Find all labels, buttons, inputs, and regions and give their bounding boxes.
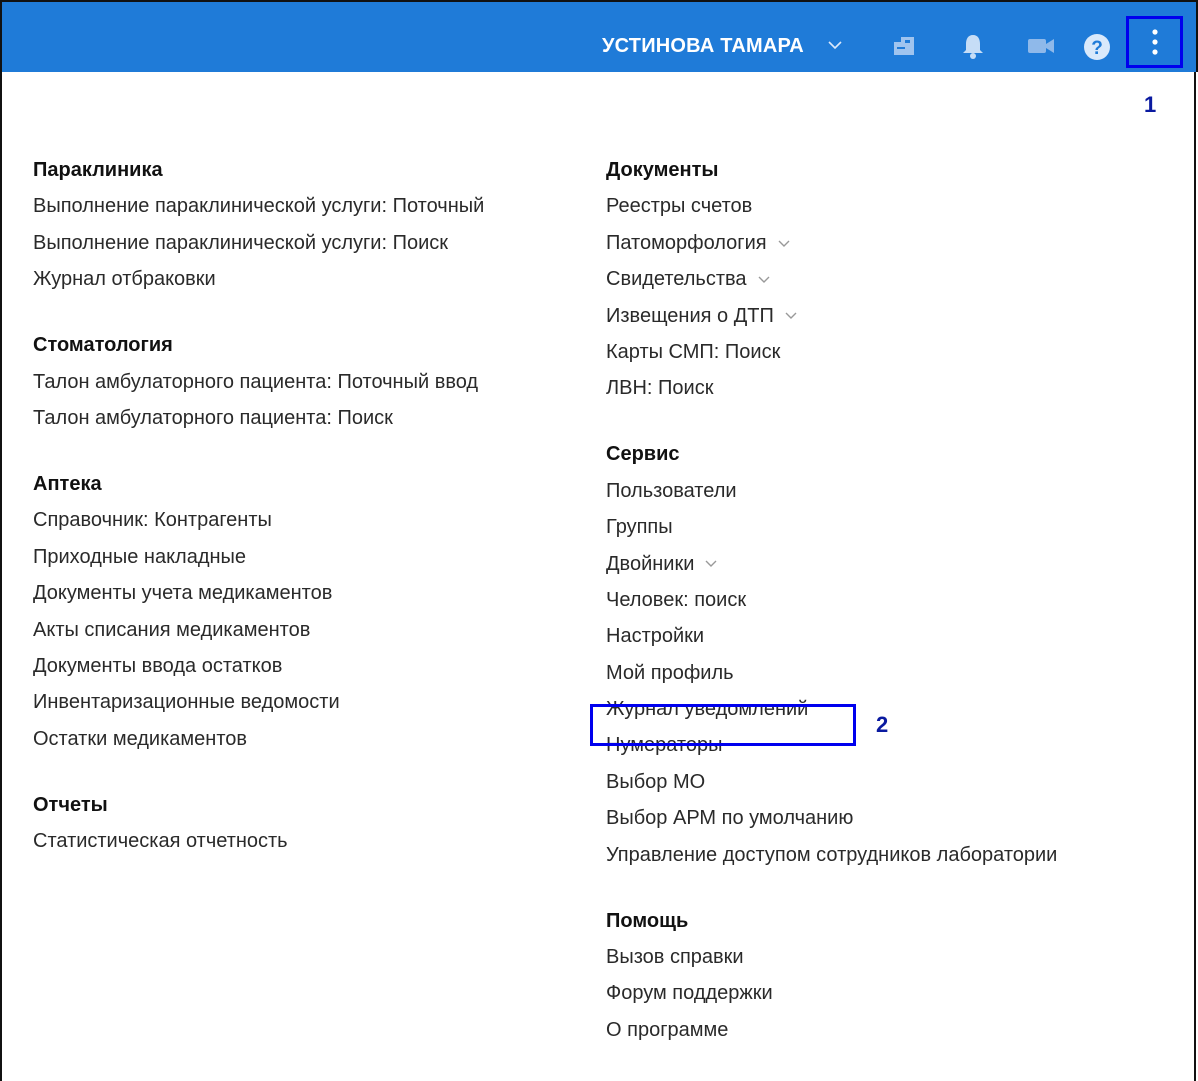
section-dentistry: Стоматология Талон амбулаторного пациент… (33, 333, 484, 430)
section-help: Помощь Вызов справки Форум поддержки О п… (606, 909, 1057, 1042)
menu-item[interactable]: Выбор МО (606, 770, 1057, 794)
chevron-down-icon[interactable] (828, 38, 842, 52)
menu-item[interactable]: Приходные накладные (33, 545, 484, 569)
menu-item[interactable]: Выполнение параклинической услуги: Поточ… (33, 194, 484, 218)
section-service: Сервис Пользователи Группы Двойники Чело… (606, 442, 1057, 866)
chevron-down-icon (785, 312, 797, 320)
menu-item[interactable]: Документы учета медикаментов (33, 581, 484, 605)
menu-item-label: Извещения о ДТП (606, 304, 774, 327)
chevron-down-icon (778, 240, 790, 247)
menu-item[interactable]: О программе (606, 1018, 1057, 1042)
menu-item-expandable[interactable]: Извещения о ДТП (606, 304, 1057, 328)
menu-item[interactable]: Инвентаризационные ведомости (33, 690, 484, 714)
menu-item[interactable]: Мой профиль (606, 661, 1057, 685)
menu-item[interactable]: Человек: поиск (606, 588, 1057, 612)
menu-item-label: Двойники (606, 552, 695, 575)
section-reports: Отчеты Статистическая отчетность (33, 793, 484, 853)
more-menu-button[interactable] (1126, 16, 1183, 68)
section-documents: Документы Реестры счетов Патоморфология … (606, 158, 1057, 400)
menu-item[interactable]: Пользователи (606, 479, 1057, 503)
section-title: Сервис (606, 443, 680, 466)
workplace-icon[interactable] (892, 35, 920, 57)
callout-1: 1 (1144, 92, 1157, 117)
menu-item-expandable[interactable]: Патоморфология (606, 231, 1057, 255)
menu-item[interactable]: Справочник: Контрагенты (33, 508, 484, 532)
menu-item[interactable]: Форум поддержки (606, 981, 1057, 1005)
menu-item[interactable]: Акты списания медикаментов (33, 618, 484, 642)
help-icon[interactable]: ? (1082, 32, 1112, 62)
video-icon[interactable] (1026, 36, 1056, 56)
section-paraclinic: Параклиника Выполнение параклинической у… (33, 158, 484, 291)
user-name-menu[interactable]: УСТИНОВА ТАМАРА (602, 35, 804, 58)
section-title: Аптека (33, 472, 102, 495)
menu-item[interactable]: Журнал отбраковки (33, 267, 484, 291)
menu-item[interactable]: Выполнение параклинической услуги: Поиск (33, 231, 484, 255)
menu-item-expandable[interactable]: Двойники (606, 552, 1057, 576)
section-title: Стоматология (33, 334, 173, 357)
more-vertical-icon (1152, 29, 1158, 55)
menu-item[interactable]: Документы ввода остатков (33, 654, 484, 678)
menu-item[interactable]: Карты СМП: Поиск (606, 340, 1057, 364)
menu-item[interactable]: Настройки (606, 624, 1057, 648)
section-title: Отчеты (33, 793, 108, 816)
section-pharmacy: Аптека Справочник: Контрагенты Приходные… (33, 472, 484, 751)
svg-text:?: ? (1091, 38, 1103, 59)
menu-item[interactable]: Управление доступом сотрудников лаборато… (606, 843, 1057, 867)
chevron-down-icon (758, 276, 770, 283)
menu-item[interactable]: Вызов справки (606, 945, 1057, 969)
menu-item[interactable]: Реестры счетов (606, 194, 1057, 218)
top-bar: УСТИНОВА ТАМАРА ? (0, 0, 1198, 72)
menu-item-label: Патоморфология (606, 231, 767, 254)
chevron-down-icon (705, 560, 717, 568)
menu-item-expandable[interactable]: Свидетельства (606, 267, 1057, 291)
menu-item[interactable]: Статистическая отчетность (33, 829, 484, 853)
right-menu-column: Документы Реестры счетов Патоморфология … (606, 158, 1057, 1042)
menu-item[interactable]: Выбор АРМ по умолчанию (606, 806, 1057, 830)
section-title: Параклиника (33, 159, 163, 181)
left-menu-column: Параклиника Выполнение параклинической у… (33, 158, 484, 853)
menu-item[interactable]: Талон амбулаторного пациента: Поиск (33, 406, 484, 430)
menu-item[interactable]: Талон амбулаторного пациента: Поточный в… (33, 370, 484, 394)
bell-icon[interactable] (960, 32, 986, 60)
menu-item-label: Свидетельства (606, 268, 747, 291)
menu-item[interactable]: Остатки медикаментов (33, 727, 484, 751)
menu-item[interactable]: Группы (606, 515, 1057, 539)
section-title: Документы (606, 159, 719, 181)
highlight-box (590, 704, 856, 746)
menu-item[interactable]: ЛВН: Поиск (606, 376, 1057, 400)
section-title: Помощь (606, 909, 689, 932)
